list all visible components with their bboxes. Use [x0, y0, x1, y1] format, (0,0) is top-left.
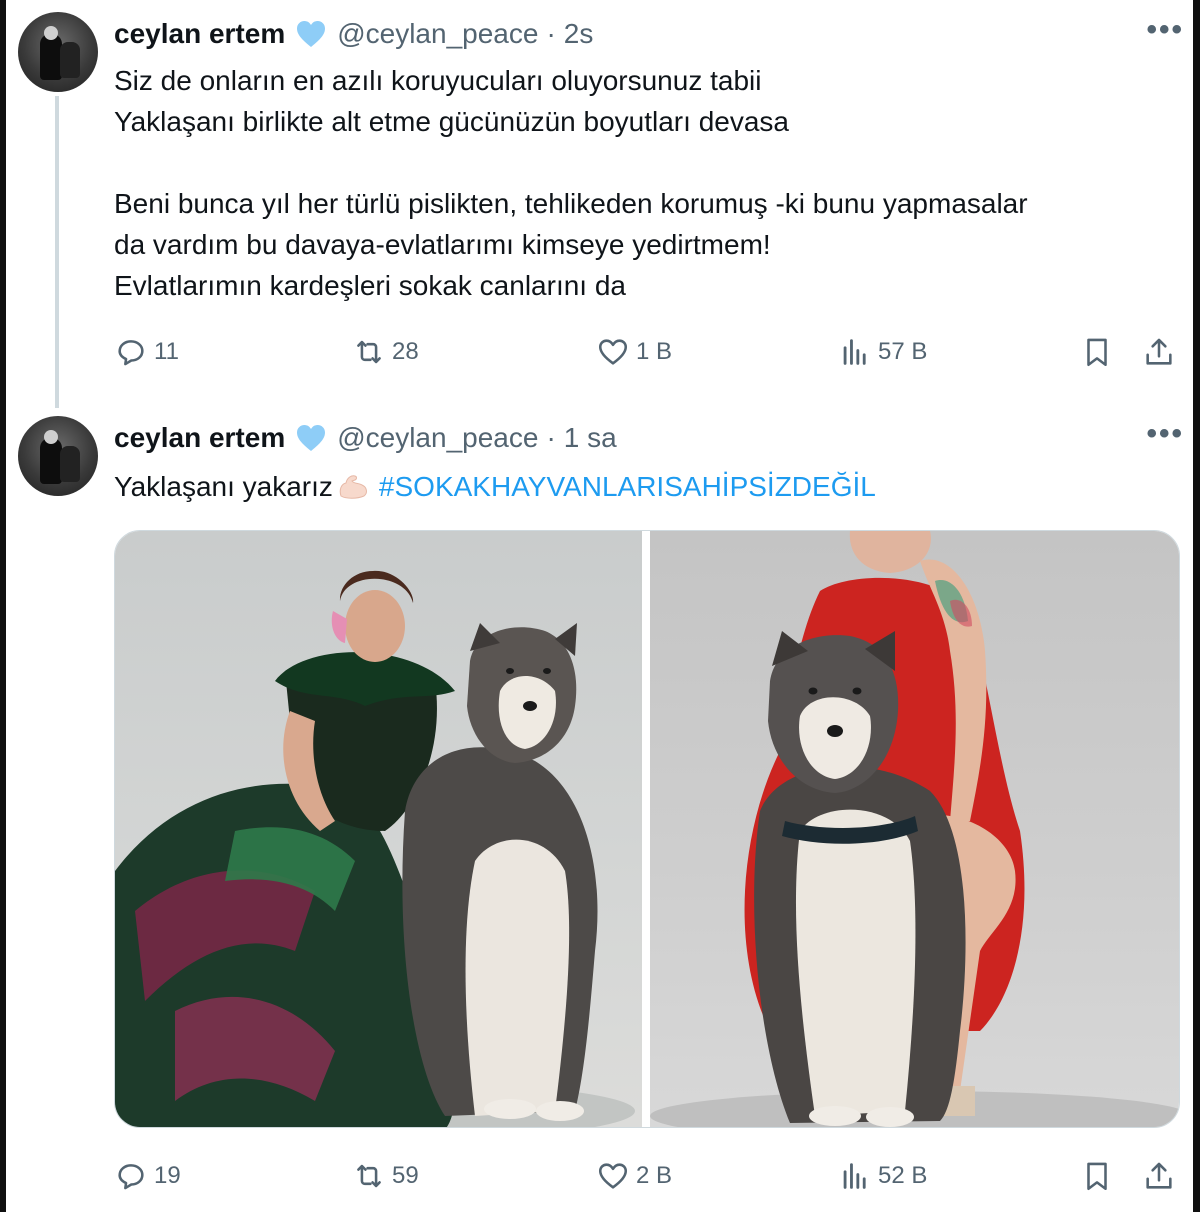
verified-heart-badge-icon: [297, 21, 326, 47]
tweet-text-line: Siz de onların en azılı koruyucuları olu…: [114, 65, 762, 96]
tweet-text-main: Yaklaşanı yakarız: [114, 471, 333, 502]
author-name[interactable]: ceylan ertem: [114, 422, 285, 454]
photo-woman-red-dress-dog: [650, 531, 1179, 1127]
share-icon: [1146, 338, 1172, 365]
more-horizontal-icon[interactable]: •••: [1146, 15, 1184, 45]
bookmark-button[interactable]: [1080, 1156, 1114, 1196]
share-button[interactable]: [1142, 1156, 1176, 1196]
bookmark-icon: [1087, 1162, 1107, 1191]
share-button[interactable]: [1142, 332, 1176, 372]
tweet-text-line: da vardım bu davaya-evlatlarımı kimseye …: [114, 229, 771, 260]
author-handle[interactable]: @ceylan_peace: [337, 422, 538, 454]
separator-dot: ·: [546, 422, 556, 453]
verified-heart-badge-icon: [297, 425, 326, 451]
tweet[interactable]: ceylan ertem @ceylan_peace · 2s ••• Siz …: [14, 0, 1186, 408]
tweet-text-line: Yaklaşanı birlikte alt etme gücünüzün bo…: [114, 106, 789, 137]
bookmark-button[interactable]: [1080, 332, 1114, 372]
repost-button[interactable]: 28: [352, 332, 419, 372]
tweet-photo[interactable]: [115, 531, 642, 1127]
reply-count: 19: [154, 1162, 181, 1189]
tweet-header: ceylan ertem @ceylan_peace · 1 sa: [114, 420, 617, 456]
action-bar: 11 28 1 B 57 B: [114, 332, 1186, 372]
timestamp[interactable]: 2s: [564, 18, 594, 50]
tweet[interactable]: ceylan ertem @ceylan_peace · 1 sa ••• Ya…: [14, 404, 1186, 1212]
avatar[interactable]: [18, 416, 98, 496]
tweet-header: ceylan ertem @ceylan_peace · 2s: [114, 16, 593, 52]
tweet-text: Siz de onların en azılı koruyucuları olu…: [114, 60, 1184, 306]
repost-button[interactable]: 59: [352, 1156, 419, 1196]
repost-icon: [357, 1164, 381, 1188]
repost-count: 59: [392, 1162, 419, 1189]
author-handle[interactable]: @ceylan_peace: [337, 18, 538, 50]
like-count: 2 B: [636, 1162, 673, 1189]
author-name[interactable]: ceylan ertem: [114, 18, 285, 50]
more-horizontal-icon[interactable]: •••: [1146, 419, 1184, 449]
share-icon: [1146, 1162, 1172, 1189]
photo-woman-green-dress-dog: [115, 570, 635, 1127]
window-frame-left: [0, 0, 6, 1212]
flexed-biceps-emoji: [339, 475, 367, 499]
like-button[interactable]: 2 B: [596, 1156, 672, 1196]
reply-icon: [118, 340, 144, 366]
heart-icon: [598, 339, 628, 365]
timestamp[interactable]: 1 sa: [564, 422, 617, 454]
repost-icon: [357, 340, 381, 364]
tweet-photo[interactable]: [650, 531, 1179, 1127]
views-button[interactable]: 57 B: [838, 332, 927, 372]
repost-count: 28: [392, 338, 419, 365]
media-grid[interactable]: [114, 530, 1180, 1128]
avatar[interactable]: [18, 12, 98, 92]
media-separator: [642, 531, 644, 1127]
tweet-text: Yaklaşanı yakarız #SOKAKHAYVANLARISAHİPS…: [114, 466, 1184, 507]
like-button[interactable]: 1 B: [596, 332, 672, 372]
tweet-text-line: Beni bunca yıl her türlü pislikten, tehl…: [114, 188, 1028, 219]
hashtag-link[interactable]: #SOKAKHAYVANLARISAHİPSİZDEĞİL: [379, 471, 876, 502]
views-button[interactable]: 52 B: [838, 1156, 927, 1196]
like-count: 1 B: [636, 338, 673, 365]
heart-icon: [598, 1163, 628, 1189]
views-chart-icon: [843, 339, 866, 365]
thread-connector-line: [55, 96, 59, 408]
tweet-text-line: Evlatlarımın kardeşleri sokak canlarını …: [114, 270, 626, 301]
bookmark-icon: [1087, 338, 1107, 367]
reply-count: 11: [154, 338, 179, 365]
views-count: 52 B: [878, 1162, 928, 1189]
reply-button[interactable]: 19: [114, 1156, 181, 1196]
reply-button[interactable]: 11: [114, 332, 179, 372]
views-count: 57 B: [878, 338, 928, 365]
window-frame-right: [1193, 0, 1200, 1212]
views-chart-icon: [843, 1163, 866, 1189]
action-bar: 19 59 2 B 52 B: [114, 1156, 1186, 1196]
reply-icon: [118, 1164, 144, 1190]
separator-dot: ·: [546, 18, 556, 49]
